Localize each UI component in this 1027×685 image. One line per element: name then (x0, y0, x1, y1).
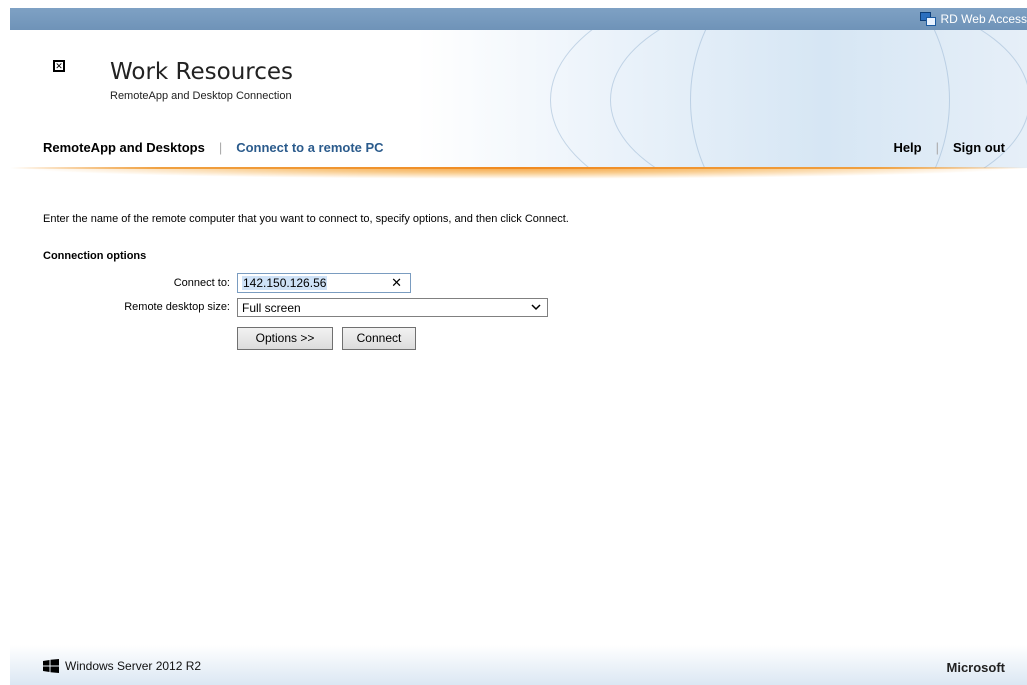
desktop-size-select[interactable]: Full screen (237, 298, 548, 317)
top-bar: RD Web Access (10, 8, 1027, 30)
microsoft-label: Microsoft (946, 660, 1006, 675)
user-nav: Help | Sign out (893, 137, 1005, 157)
header: ✕ Work Resources RemoteApp and Desktop C… (10, 30, 1027, 168)
page-title: Work Resources (110, 59, 294, 85)
windows-logo-icon (43, 659, 59, 673)
windows-server-label: Windows Server 2012 R2 (65, 659, 202, 673)
header-accent-line (10, 167, 1027, 169)
page-subtitle: RemoteApp and Desktop Connection (110, 90, 292, 102)
instructions-text: Enter the name of the remote computer th… (43, 213, 569, 225)
nav-separator: | (218, 139, 223, 155)
clear-icon[interactable]: ✕ (391, 274, 402, 292)
connect-to-value[interactable]: 142.150.126.56 (242, 276, 328, 290)
connect-to-label: Connect to: (173, 277, 230, 289)
help-link[interactable]: Help (893, 140, 921, 155)
connect-button[interactable]: Connect (342, 327, 416, 350)
nav-remoteapp-desktops[interactable]: RemoteApp and Desktops (43, 140, 205, 155)
desktop-size-value[interactable]: Full screen (242, 301, 301, 315)
connection-options-title: Connection options (43, 250, 147, 262)
main-nav: RemoteApp and Desktops | Connect to a re… (43, 137, 384, 157)
chevron-down-icon[interactable] (531, 302, 541, 312)
desktop-size-label: Remote desktop size: (124, 301, 230, 313)
nav-separator: | (935, 139, 939, 155)
connect-to-input[interactable]: 142.150.126.56 ✕ (237, 273, 411, 293)
remote-desktop-icon (919, 12, 936, 26)
options-button[interactable]: Options >> (237, 327, 333, 350)
footer: Windows Server 2012 R2 Microsoft (10, 645, 1027, 685)
nav-connect-remote-pc[interactable]: Connect to a remote PC (236, 140, 383, 155)
broken-image-icon: ✕ (53, 60, 65, 72)
rd-web-access-link[interactable]: RD Web Access (919, 10, 1027, 28)
sign-out-link[interactable]: Sign out (953, 140, 1005, 155)
rd-web-access-label[interactable]: RD Web Access (941, 12, 1027, 26)
